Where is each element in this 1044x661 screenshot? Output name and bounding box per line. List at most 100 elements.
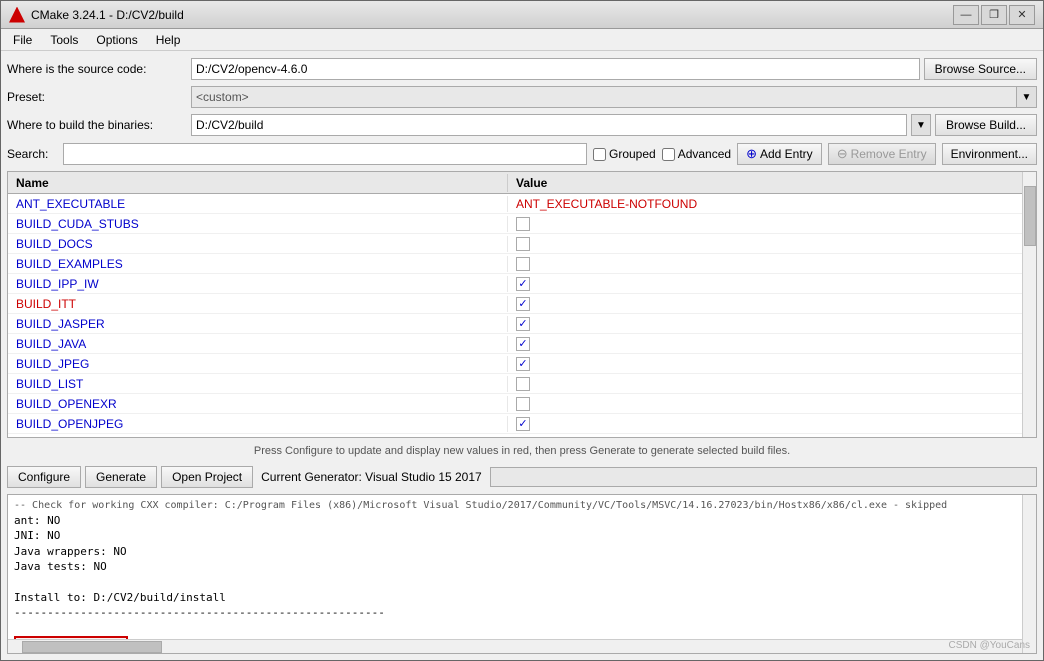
table-row[interactable]: BUILD_OPENEXR bbox=[8, 394, 1036, 414]
menu-help[interactable]: Help bbox=[148, 31, 189, 49]
output-line: Java tests: NO bbox=[14, 559, 1030, 574]
output-line: ----------------------------------------… bbox=[14, 605, 1030, 620]
advanced-checkbox[interactable] bbox=[662, 148, 675, 161]
table-row[interactable]: BUILD_JASPER bbox=[8, 314, 1036, 334]
menu-options[interactable]: Options bbox=[88, 31, 145, 49]
cell-checkbox[interactable] bbox=[516, 297, 530, 311]
preset-row: Preset: <custom> ▼ bbox=[7, 85, 1037, 109]
remove-entry-button[interactable]: ⊖ Remove Entry bbox=[828, 143, 936, 165]
remove-entry-label: Remove Entry bbox=[851, 147, 927, 161]
cell-checkbox[interactable] bbox=[516, 237, 530, 251]
scrollbar-thumb[interactable] bbox=[1024, 186, 1036, 246]
output-content: -- Check for working CXX compiler: C:/Pr… bbox=[8, 495, 1036, 639]
table-cell-value bbox=[508, 316, 1036, 332]
table-row[interactable]: BUILD_JPEG bbox=[8, 354, 1036, 374]
maximize-button[interactable]: ❐ bbox=[981, 5, 1007, 25]
title-bar: CMake 3.24.1 - D:/CV2/build — ❐ ✕ bbox=[1, 1, 1043, 29]
grouped-checkbox[interactable] bbox=[593, 148, 606, 161]
cell-checkbox[interactable] bbox=[516, 417, 530, 431]
table-cell-value bbox=[508, 256, 1036, 272]
table-cell-value bbox=[508, 356, 1036, 372]
preset-label: Preset: bbox=[7, 90, 187, 104]
close-button[interactable]: ✕ bbox=[1009, 5, 1035, 25]
menu-bar: File Tools Options Help bbox=[1, 29, 1043, 51]
output-line: JNI: NO bbox=[14, 528, 1030, 543]
table-row[interactable]: BUILD_JAVA bbox=[8, 334, 1036, 354]
output-hscrollbar[interactable] bbox=[8, 639, 1036, 653]
status-bar: Press Configure to update and display ne… bbox=[7, 442, 1037, 460]
remove-icon: ⊖ bbox=[837, 146, 848, 162]
source-input[interactable] bbox=[191, 58, 920, 80]
table-row[interactable]: BUILD_LIST bbox=[8, 374, 1036, 394]
table-cell-value bbox=[508, 216, 1036, 232]
table-cell-name: BUILD_JASPER bbox=[8, 316, 508, 332]
cell-checkbox[interactable] bbox=[516, 217, 530, 231]
table-row[interactable]: ANT_EXECUTABLEANT_EXECUTABLE-NOTFOUND bbox=[8, 194, 1036, 214]
title-bar-left: CMake 3.24.1 - D:/CV2/build bbox=[9, 7, 184, 23]
build-label: Where to build the binaries: bbox=[7, 118, 187, 132]
advanced-checkbox-label[interactable]: Advanced bbox=[662, 147, 731, 161]
menu-file[interactable]: File bbox=[5, 31, 40, 49]
open-project-button[interactable]: Open Project bbox=[161, 466, 253, 488]
table-body[interactable]: ANT_EXECUTABLEANT_EXECUTABLE-NOTFOUND BUI… bbox=[8, 194, 1036, 437]
browse-build-button[interactable]: Browse Build... bbox=[935, 114, 1037, 136]
table-cell-value bbox=[508, 336, 1036, 352]
build-row: Where to build the binaries: ▼ Browse Bu… bbox=[7, 113, 1037, 137]
output-line: Install to: D:/CV2/build/install bbox=[14, 590, 1030, 605]
table-row[interactable]: BUILD_OPENJPEG bbox=[8, 414, 1036, 434]
output-line bbox=[14, 621, 1030, 636]
build-dropdown-arrow[interactable]: ▼ bbox=[911, 114, 931, 136]
table-cell-name: BUILD_JPEG bbox=[8, 356, 508, 372]
watermark-text: CSDN @YouCans bbox=[949, 640, 1030, 651]
cmake-table: Name Value ANT_EXECUTABLEANT_EXECUTABLE-… bbox=[7, 171, 1037, 438]
generate-button[interactable]: Generate bbox=[85, 466, 157, 488]
cell-checkbox[interactable] bbox=[516, 337, 530, 351]
table-row[interactable]: BUILD_EXAMPLES bbox=[8, 254, 1036, 274]
table-cell-name: BUILD_OPENJPEG bbox=[8, 416, 508, 432]
table-cell-name: BUILD_LIST bbox=[8, 376, 508, 392]
preset-value: <custom> bbox=[192, 87, 1016, 107]
output-line bbox=[14, 575, 1030, 590]
column-value-header: Value bbox=[508, 174, 1036, 192]
configure-button[interactable]: Configure bbox=[7, 466, 81, 488]
table-row[interactable]: BUILD_ITT bbox=[8, 294, 1036, 314]
cell-checkbox[interactable] bbox=[516, 357, 530, 371]
table-cell-value bbox=[508, 396, 1036, 412]
grouped-label: Grouped bbox=[609, 147, 656, 161]
table-cell-name: BUILD_DOCS bbox=[8, 236, 508, 252]
grouped-checkbox-label[interactable]: Grouped bbox=[593, 147, 656, 161]
title-controls: — ❐ ✕ bbox=[953, 5, 1035, 25]
add-entry-label: Add Entry bbox=[760, 147, 813, 161]
table-row[interactable]: BUILD_CUDA_STUBS bbox=[8, 214, 1036, 234]
output-scrollbar[interactable] bbox=[1022, 495, 1036, 653]
search-row: Search: Grouped Advanced ⊕ Add Entry ⊖ R… bbox=[7, 141, 1037, 167]
output-line: ant: NO bbox=[14, 513, 1030, 528]
table-cell-name: BUILD_ITT bbox=[8, 296, 508, 312]
table-cell-name: BUILD_EXAMPLES bbox=[8, 256, 508, 272]
cell-checkbox[interactable] bbox=[516, 277, 530, 291]
action-row: Configure Generate Open Project Current … bbox=[7, 464, 1037, 490]
add-entry-button[interactable]: ⊕ Add Entry bbox=[737, 143, 822, 165]
cell-checkbox[interactable] bbox=[516, 257, 530, 271]
preset-select[interactable]: <custom> ▼ bbox=[191, 86, 1037, 108]
hscroll-thumb[interactable] bbox=[22, 641, 162, 653]
cell-checkbox[interactable] bbox=[516, 377, 530, 391]
table-cell-value bbox=[508, 276, 1036, 292]
table-row[interactable]: BUILD_IPP_IW bbox=[8, 274, 1036, 294]
cell-checkbox[interactable] bbox=[516, 317, 530, 331]
cell-checkbox[interactable] bbox=[516, 397, 530, 411]
build-input[interactable] bbox=[191, 114, 907, 136]
minimize-button[interactable]: — bbox=[953, 5, 979, 25]
browse-source-button[interactable]: Browse Source... bbox=[924, 58, 1037, 80]
search-input[interactable] bbox=[63, 143, 587, 165]
table-row[interactable]: BUILD_DOCS bbox=[8, 234, 1036, 254]
column-name-header: Name bbox=[8, 174, 508, 192]
window-title: CMake 3.24.1 - D:/CV2/build bbox=[31, 8, 184, 22]
cmake-icon bbox=[9, 7, 25, 23]
table-cell-name: BUILD_CUDA_STUBS bbox=[8, 216, 508, 232]
environment-button[interactable]: Environment... bbox=[942, 143, 1037, 165]
menu-tools[interactable]: Tools bbox=[42, 31, 86, 49]
table-cell-value bbox=[508, 376, 1036, 392]
table-scrollbar[interactable] bbox=[1022, 172, 1036, 437]
table-cell-name: ANT_EXECUTABLE bbox=[8, 196, 508, 212]
